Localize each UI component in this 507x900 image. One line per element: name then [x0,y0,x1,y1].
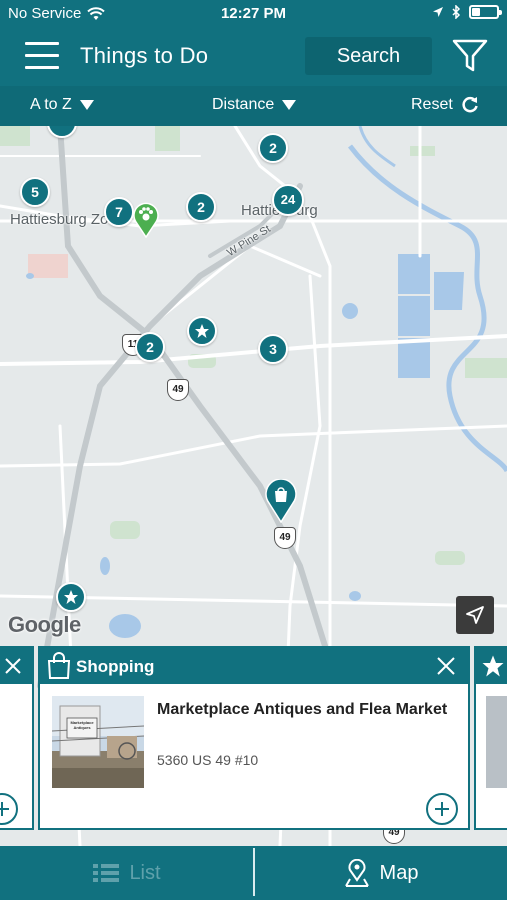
result-card-next[interactable] [474,646,507,830]
place-thumbnail[interactable] [486,696,507,788]
shopping-bag-icon [47,652,71,679]
card-header [0,648,32,684]
sort-distance-label: Distance [212,96,275,113]
cluster-marker[interactable]: 2 [186,192,216,222]
tab-list[interactable]: List [0,846,254,900]
location-arrow-icon [433,7,443,17]
page-title: Things to Do [80,43,209,68]
place-name[interactable]: Marketplace Antiques and Flea Market [157,698,457,721]
card-category: Shopping [76,657,155,676]
card-header: Shopping [40,648,468,684]
tab-list-label: List [129,861,161,884]
star-marker-icon[interactable] [56,582,86,612]
google-logo: Google [8,612,81,637]
cluster-marker[interactable]: 24 [272,184,304,216]
place-thumbnail[interactable]: Marketplace Antiques [52,696,144,788]
cluster-marker[interactable]: 5 [20,177,50,207]
result-card-prev[interactable] [0,646,34,830]
close-icon[interactable] [436,656,456,676]
route-shield: 49 [274,527,296,549]
map-view[interactable]: Hattiesburg Zoo Hattiesburg W Pine St 11… [0,126,507,846]
card-header [476,648,507,684]
route-shield: 49 [167,379,189,401]
place-address: 5360 US 49 #10 [157,752,259,768]
status-bar: No Service 12:27 PM [0,0,507,28]
bluetooth-icon [452,5,461,19]
status-time: 12:27 PM [220,5,287,22]
refresh-icon [462,96,478,113]
list-icon [93,864,120,882]
shopping-pin-icon[interactable] [265,479,297,523]
chevron-down-icon [282,100,297,110]
star-marker-icon[interactable] [187,316,217,346]
search-button[interactable]: Search [305,37,432,75]
locate-me-button[interactable] [456,596,494,634]
add-to-itinerary-button[interactable] [426,793,458,825]
chevron-down-icon [79,100,94,110]
cluster-marker[interactable]: 7 [104,197,134,227]
sort-atoz-button[interactable]: A to Z [30,96,94,114]
sort-atoz-label: A to Z [30,96,72,113]
result-card[interactable]: Shopping Marketplace Antiques Marketplac… [38,646,470,830]
tab-map[interactable]: Map [255,846,507,900]
paw-pin-icon[interactable] [133,202,159,238]
sort-distance-button[interactable]: Distance [212,96,297,114]
navigation-arrow-icon [466,606,484,624]
close-icon[interactable] [4,657,22,675]
map-pin-icon [344,859,369,887]
battery-icon [469,5,502,19]
sort-bar: A to Z Distance Reset [0,86,507,126]
app-header: Things to Do Search [0,28,507,86]
star-icon [482,655,504,677]
reset-button[interactable]: Reset [411,96,479,114]
cluster-marker[interactable]: 3 [258,334,288,364]
cluster-marker[interactable]: 2 [258,133,288,163]
map-label-zoo: Hattiesburg Zoo [10,211,117,228]
filter-icon[interactable] [452,39,488,73]
reset-label: Reset [411,96,453,113]
add-button[interactable] [0,793,18,825]
hamburger-menu-icon[interactable] [25,42,59,70]
thumbnail-sign-text: Marketplace Antiques [70,720,94,730]
cluster-marker[interactable]: 2 [135,332,165,362]
tab-map-label: Map [379,861,419,884]
bottom-tab-bar: List Map [0,846,507,900]
